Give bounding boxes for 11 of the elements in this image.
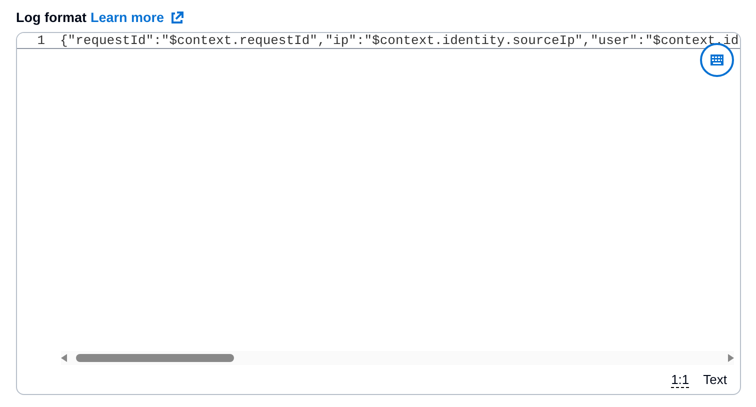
language-mode[interactable]: Text	[703, 373, 727, 388]
external-link-icon	[171, 10, 184, 24]
scroll-right-icon[interactable]	[728, 354, 734, 362]
cursor-position[interactable]: 1:1	[671, 373, 690, 388]
code-editor[interactable]: 1 {"requestId":"$context.requestId","ip":"$context.identity.sourceIp","user":"$context.id 1:1 Text	[16, 32, 741, 395]
horizontal-scrollbar[interactable]	[61, 351, 734, 365]
field-label: Log format	[16, 10, 86, 24]
line-number: 1	[36, 33, 46, 48]
scroll-left-icon[interactable]	[61, 354, 67, 362]
learn-more-link[interactable]: Learn more	[90, 10, 164, 24]
code-line: {"requestId":"$context.requestId","ip":"$context.identity.sourceIp","user":"$context.id	[60, 33, 739, 48]
